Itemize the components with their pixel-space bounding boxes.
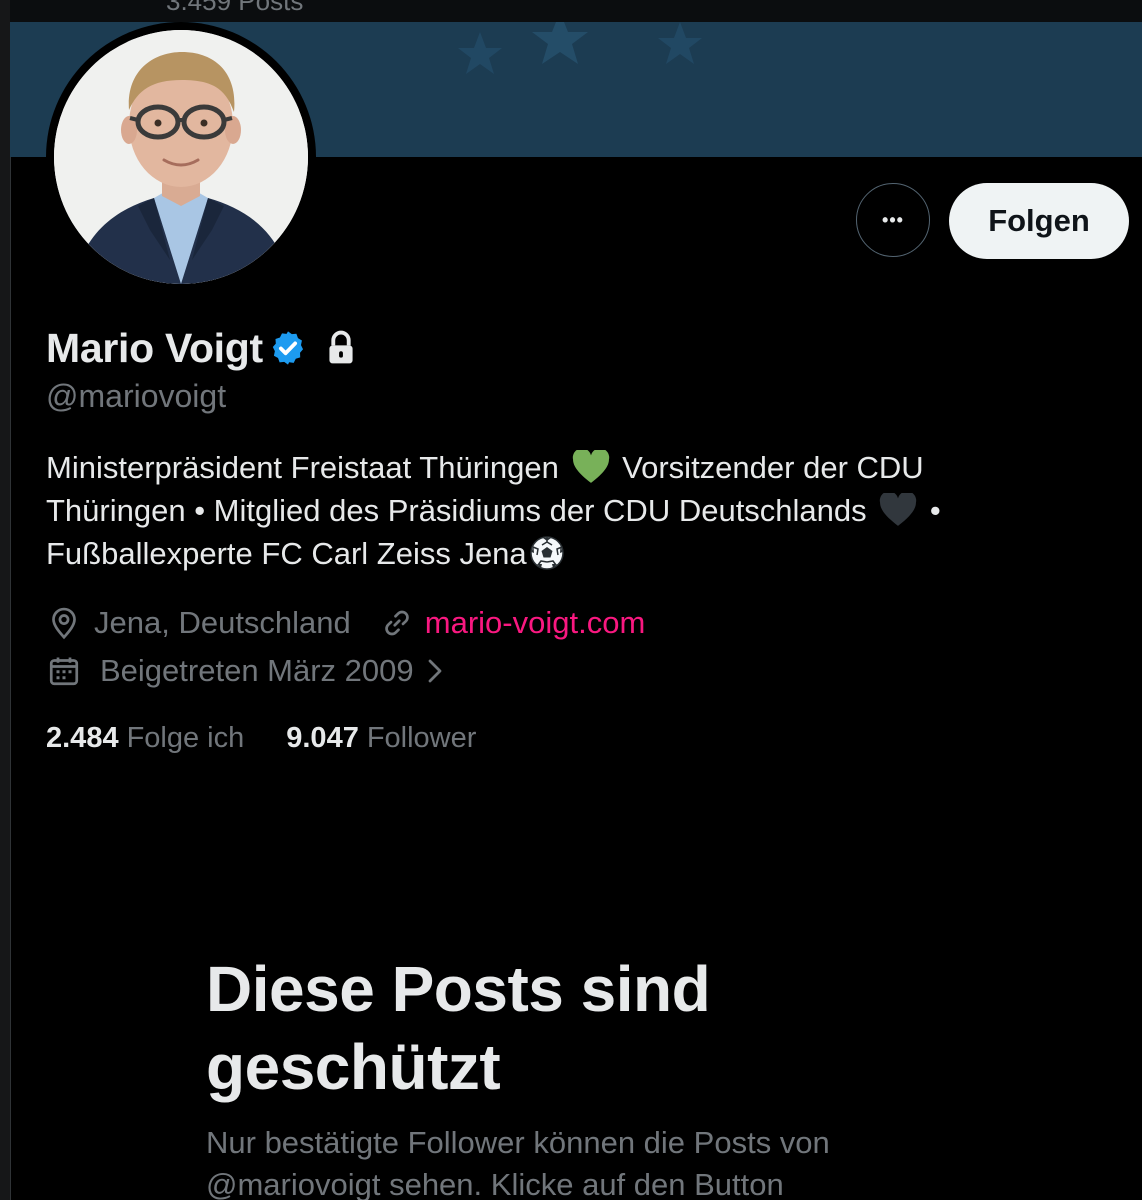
calendar-icon [49, 657, 79, 686]
avatar[interactable] [54, 30, 308, 284]
top-header-strip: 3.459 Posts [10, 0, 1142, 22]
more-options-icon: ••• [882, 209, 904, 230]
posts-count: 3.459 Posts [166, 0, 304, 16]
followers-stat[interactable]: 9.047 Follower [286, 722, 476, 755]
profile-page: 3.459 Posts ••• Folgen Mario Voigt @mari… [0, 0, 1142, 1200]
display-name: Mario Voigt [46, 324, 263, 371]
black-heart-emoji [880, 493, 917, 526]
soccer-ball-emoji [529, 536, 564, 570]
banner-stars-decoration [458, 22, 702, 74]
following-stat[interactable]: 2.484 Folge ich [46, 722, 244, 755]
display-name-row: Mario Voigt [46, 320, 357, 376]
chevron-right-icon [428, 659, 442, 683]
bio-text-part1: Ministerpräsident Freistaat Thüringen [46, 450, 559, 485]
link-icon [385, 610, 409, 636]
website-link[interactable]: mario-voigt.com [425, 605, 646, 641]
following-count: 2.484 [46, 722, 119, 754]
verified-badge-icon[interactable] [269, 329, 307, 367]
bio: Ministerpräsident Freistaat Thüringen Vo… [46, 446, 1046, 575]
profile-meta-joined[interactable]: Beigetreten März 2009 [46, 648, 446, 694]
handle: @mariovoigt [46, 378, 227, 414]
following-label: Folge ich [126, 722, 245, 754]
location-pin-icon [52, 607, 76, 640]
location-text: Jena, Deutschland [94, 605, 351, 640]
follow-button[interactable]: Folgen [949, 183, 1129, 259]
protected-posts-text: Nur bestätigte Follower können die Posts… [206, 1125, 830, 1200]
protected-posts-title: Diese Posts sind geschützt [206, 953, 711, 1103]
profile-meta-location-website: Jena, Deutschland mario-voigt.com [46, 600, 645, 646]
follow-stats: 2.484 Folge ich 9.047 Follower [46, 722, 476, 755]
followers-count: 9.047 [286, 722, 359, 754]
more-options-button[interactable]: ••• [856, 183, 930, 257]
avatar-portrait [54, 30, 308, 284]
lock-icon[interactable] [325, 330, 357, 366]
joined-text: Beigetreten März 2009 [100, 653, 414, 688]
followers-label: Follower [366, 722, 477, 754]
left-sidebar-edge [0, 0, 11, 1200]
green-heart-emoji [572, 450, 609, 483]
